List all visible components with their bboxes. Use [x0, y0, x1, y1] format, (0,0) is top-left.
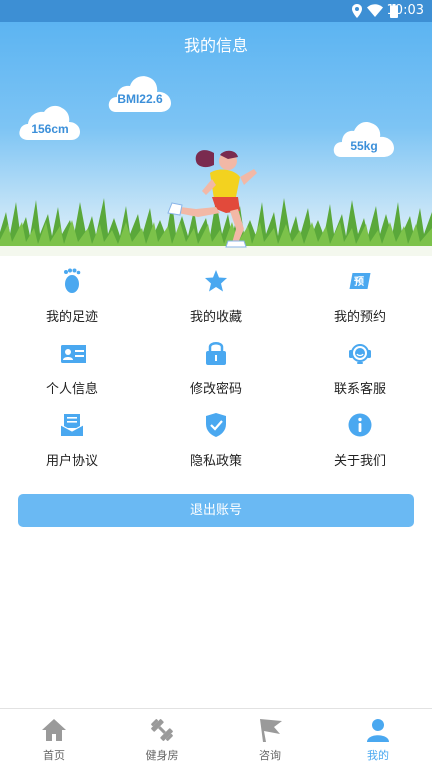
tab-label: 咨询	[259, 749, 281, 762]
id-card-icon	[61, 345, 86, 363]
tab-consult[interactable]: 咨询	[216, 709, 324, 768]
tab-gym[interactable]: 健身房	[108, 709, 216, 768]
footprint-icon	[64, 268, 81, 293]
menu-item-label: 关于我们	[333, 454, 386, 469]
star-icon	[205, 270, 227, 292]
page-title: 我的信息	[183, 36, 248, 55]
shield-check-icon	[206, 413, 226, 437]
tab-mine[interactable]: 我的	[324, 709, 432, 768]
bmi-value: BMI22.6	[117, 92, 163, 106]
bmi-cloud: BMI22.6	[108, 74, 172, 114]
profile-hero: 我的信息 156cm BMI22.6 55kg	[0, 22, 432, 256]
menu-item-label: 我的预约	[333, 310, 386, 325]
flag-icon	[260, 719, 282, 742]
height-value: 156cm	[31, 122, 69, 136]
menu-item-label: 用户协议	[45, 454, 98, 469]
menu-item-label: 我的收藏	[189, 310, 242, 325]
weight-cloud: 55kg	[333, 119, 395, 159]
user-icon	[367, 719, 389, 742]
tab-label: 首页	[43, 749, 65, 762]
clock: 10:03	[386, 3, 424, 18]
menu-item-label: 个人信息	[45, 382, 98, 397]
location-icon	[352, 4, 362, 18]
menu-item-personal-info[interactable]: 个人信息	[0, 328, 144, 400]
menu-item-label: 隐私政策	[189, 454, 242, 469]
tab-label: 我的	[367, 749, 389, 762]
headset-icon	[349, 344, 371, 364]
appointment-badge: 预	[354, 277, 364, 288]
tab-home[interactable]: 首页	[0, 709, 108, 768]
menu-item-label: 修改密码	[189, 382, 242, 397]
weight-value: 55kg	[350, 139, 378, 153]
status-bar: 10:03	[0, 0, 432, 22]
menu-item-footprints[interactable]: 我的足迹	[0, 256, 144, 328]
menu-item-appointments[interactable]: 预 我的预约	[288, 256, 432, 328]
bottom-tab-bar: 首页 健身房 咨询 我的	[0, 708, 432, 768]
menu-item-label: 联系客服	[333, 382, 386, 397]
menu-item-change-password[interactable]: 修改密码	[144, 328, 288, 400]
menu-item-about-us[interactable]: 关于我们	[288, 400, 432, 472]
menu-item-privacy-policy[interactable]: 隐私政策	[144, 400, 288, 472]
tab-label: 健身房	[145, 749, 179, 762]
menu-item-label: 我的足迹	[45, 310, 98, 325]
menu-item-user-agreement[interactable]: 用户协议	[0, 400, 144, 472]
height-cloud: 156cm	[18, 102, 82, 142]
menu-item-favorites[interactable]: 我的收藏	[144, 256, 288, 328]
dumbbell-icon	[151, 719, 173, 741]
home-icon	[42, 719, 66, 741]
agreement-icon	[60, 414, 84, 436]
info-icon	[348, 413, 372, 437]
logout-button[interactable]: 退出账号	[18, 494, 414, 527]
wifi-icon	[367, 4, 383, 17]
lock-icon	[206, 342, 226, 365]
runner-illustration	[167, 150, 257, 248]
menu-item-customer-service[interactable]: 联系客服	[288, 328, 432, 400]
